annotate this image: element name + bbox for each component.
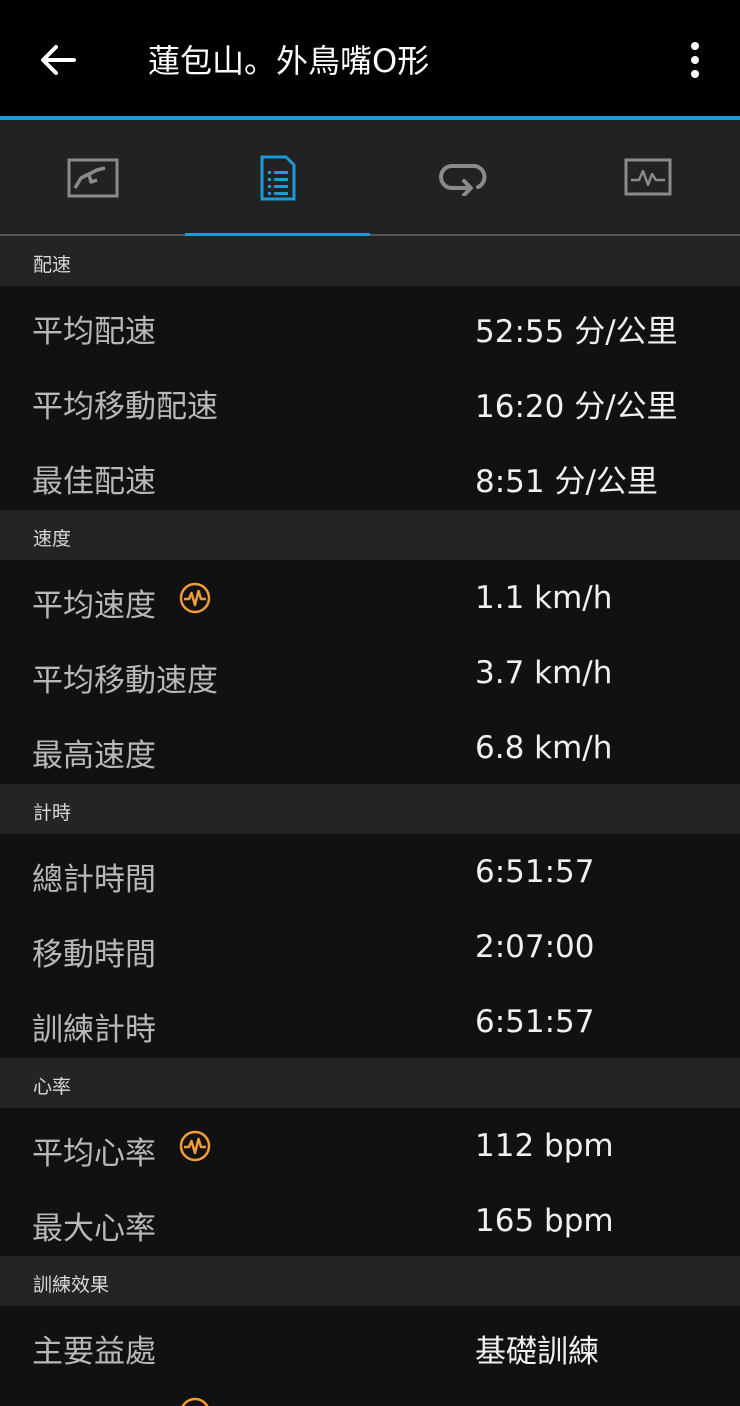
- stat-row-max-speed: 最高速度 6.8 km/h: [0, 712, 740, 787]
- stat-label: 平均配速: [32, 314, 156, 350]
- map-icon: [67, 158, 118, 198]
- section-title: 速度: [33, 528, 72, 550]
- stat-row-avg-heart-rate: 平均心率 112 bpm: [0, 1110, 740, 1185]
- section-title: 計時: [33, 802, 72, 824]
- tab-laps[interactable]: [370, 120, 555, 236]
- stat-value: 3.7 km/h: [475, 655, 613, 691]
- section-header-pace: 配速: [0, 236, 740, 286]
- page-title: 蓮包山。外鳥嘴O形: [148, 42, 430, 80]
- tab-bar: [0, 120, 740, 237]
- stat-value: 16:20 分/公里: [475, 389, 678, 425]
- arrow-left-icon: [41, 45, 76, 75]
- stat-row-primary-benefit: 主要益處 基礎訓練: [0, 1308, 740, 1383]
- stat-value: 165 bpm: [475, 1203, 614, 1239]
- section-title: 配速: [33, 254, 72, 276]
- section-header-heart-rate: 心率: [0, 1058, 740, 1108]
- stat-row-moving-time: 移動時間 2:07:00: [0, 911, 740, 986]
- stat-value: 8:51 分/公里: [475, 464, 658, 500]
- stat-value: 6:51:57: [475, 854, 595, 890]
- stat-value: 52:55 分/公里: [475, 314, 678, 350]
- stats-list-icon: [260, 155, 295, 201]
- section-header-timing: 計時: [0, 784, 740, 834]
- section-header-speed: 速度: [0, 510, 740, 560]
- stat-row-training-time: 訓練計時 6:51:57: [0, 986, 740, 1061]
- stat-row-avg-speed: 平均速度 1.1 km/h: [0, 562, 740, 637]
- tab-map[interactable]: [0, 120, 185, 236]
- stat-label: 總計時間: [32, 862, 156, 898]
- stat-row-avg-moving-pace: 平均移動配速 16:20 分/公里: [0, 363, 740, 438]
- stat-value: 6.8 km/h: [475, 730, 613, 766]
- stat-label: 移動時間: [32, 937, 156, 973]
- stat-row-total-time: 總計時間 6:51:57: [0, 836, 740, 911]
- stat-value: 基礎訓練: [475, 1334, 599, 1370]
- stat-row-avg-moving-speed: 平均移動速度 3.7 km/h: [0, 637, 740, 712]
- tab-charts[interactable]: [555, 120, 740, 236]
- heart-rate-badge-icon[interactable]: [179, 1130, 211, 1162]
- stat-value: 1.1 km/h: [475, 580, 613, 616]
- laps-icon: [438, 164, 486, 196]
- section-title: 心率: [33, 1076, 72, 1098]
- stat-label: 平均移動配速: [32, 389, 218, 425]
- stat-row-partial: [0, 1383, 740, 1406]
- more-options-button[interactable]: [670, 30, 720, 90]
- stat-value: 112 bpm: [475, 1128, 614, 1164]
- stat-label: 訓練計時: [32, 1012, 156, 1048]
- stat-label: 平均心率: [32, 1136, 156, 1172]
- stat-row-best-pace: 最佳配速 8:51 分/公里: [0, 438, 740, 513]
- stat-value: 2:07:00: [475, 929, 595, 965]
- stat-label: 最佳配速: [32, 464, 156, 500]
- heart-rate-badge-icon[interactable]: [179, 582, 211, 614]
- section-header-training-effect: 訓練效果: [0, 1256, 740, 1306]
- stat-row-avg-pace: 平均配速 52:55 分/公里: [0, 288, 740, 363]
- stat-label: 平均速度: [32, 588, 156, 624]
- stat-label: 平均移動速度: [32, 663, 218, 699]
- back-button[interactable]: [28, 30, 88, 90]
- section-title: 訓練效果: [33, 1274, 110, 1296]
- stat-label: 最大心率: [32, 1211, 156, 1247]
- stat-row-max-heart-rate: 最大心率 165 bpm: [0, 1185, 740, 1260]
- heart-rate-badge-icon[interactable]: [179, 1397, 211, 1406]
- stat-label: 最高速度: [32, 738, 156, 774]
- stat-label: 主要益處: [32, 1334, 156, 1370]
- tab-stats[interactable]: [185, 120, 370, 236]
- app-bar: 蓮包山。外鳥嘴O形: [0, 0, 740, 116]
- charts-icon: [624, 158, 671, 196]
- stat-value: 6:51:57: [475, 1004, 595, 1040]
- more-vertical-icon: [691, 42, 699, 78]
